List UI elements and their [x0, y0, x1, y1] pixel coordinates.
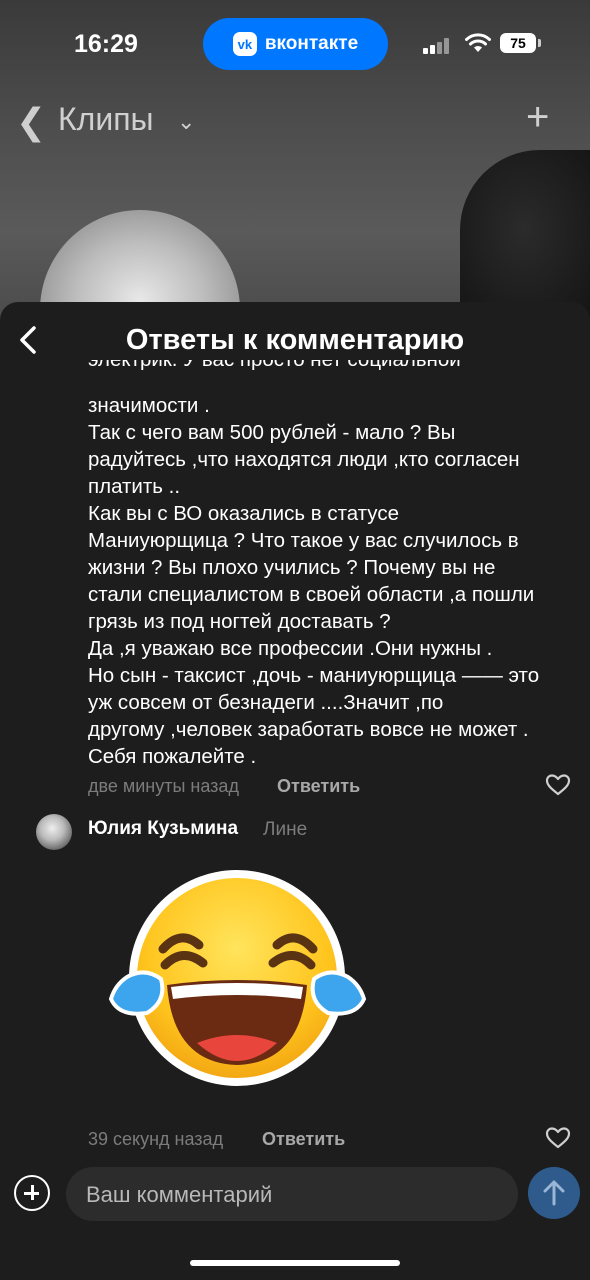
like-heart-icon[interactable]	[545, 773, 571, 797]
home-indicator	[190, 1260, 400, 1266]
comment-input[interactable]	[84, 1167, 468, 1223]
avatar[interactable]	[36, 814, 72, 850]
comment-input-wrapper[interactable]	[66, 1167, 574, 1223]
comment-timestamp: две минуты назад	[88, 776, 239, 796]
chevron-down-icon[interactable]: ⌄	[177, 109, 195, 135]
back-chevron-icon[interactable]: ❮	[16, 101, 46, 143]
vk-logo-icon: vk	[232, 32, 257, 56]
reply-to-name[interactable]: Лине	[263, 819, 307, 841]
signal-icon	[423, 38, 451, 54]
clips-header: ❮ Клипы ⌄ +	[0, 95, 590, 155]
add-plus-icon[interactable]: +	[526, 95, 549, 140]
battery-tip	[538, 39, 541, 47]
add-attachment-plus-icon[interactable]	[14, 1175, 50, 1211]
laughing-tears-sticker-icon	[108, 870, 367, 1086]
sheet-title: Ответы к комментарию	[125, 324, 465, 356]
comment-text: значимости . Так с чего вам 500 рублей -…	[88, 394, 540, 768]
reply-author-name[interactable]: Юлия Кузьмина	[88, 818, 238, 840]
vk-app-name: вконтакте	[264, 33, 359, 54]
comment-text-cut-line: электрик. У вас просто нет социальной	[88, 360, 578, 380]
like-heart-icon[interactable]	[545, 1126, 571, 1150]
wifi-icon	[465, 33, 491, 52]
status-bar: 16:29 vk вконтакте 75	[0, 0, 590, 90]
comment-composer	[0, 1160, 590, 1232]
comment-reply-button[interactable]: Ответить	[277, 776, 360, 797]
reply-reply-button[interactable]: Ответить	[262, 1129, 345, 1150]
vk-app-pill[interactable]: vk вконтакте	[203, 18, 388, 70]
reply-timestamp: 39 секунд назад	[88, 1129, 224, 1149]
clips-title[interactable]: Клипы	[58, 101, 154, 138]
battery-icon: 75	[500, 33, 536, 53]
status-time: 16:29	[74, 30, 138, 58]
send-arrow-icon[interactable]	[528, 1167, 580, 1219]
lamp-shape	[40, 210, 240, 310]
comments-sheet: Ответы к комментарию электрик. У вас про…	[0, 302, 590, 1280]
